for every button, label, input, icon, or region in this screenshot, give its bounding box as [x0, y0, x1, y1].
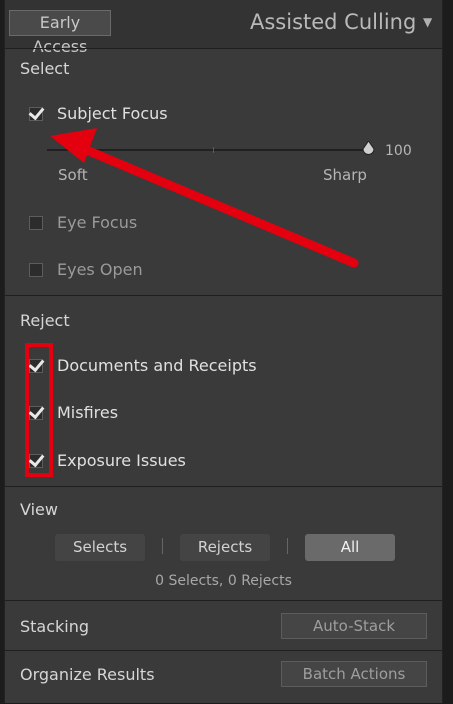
annotation-arrow — [50, 128, 359, 268]
